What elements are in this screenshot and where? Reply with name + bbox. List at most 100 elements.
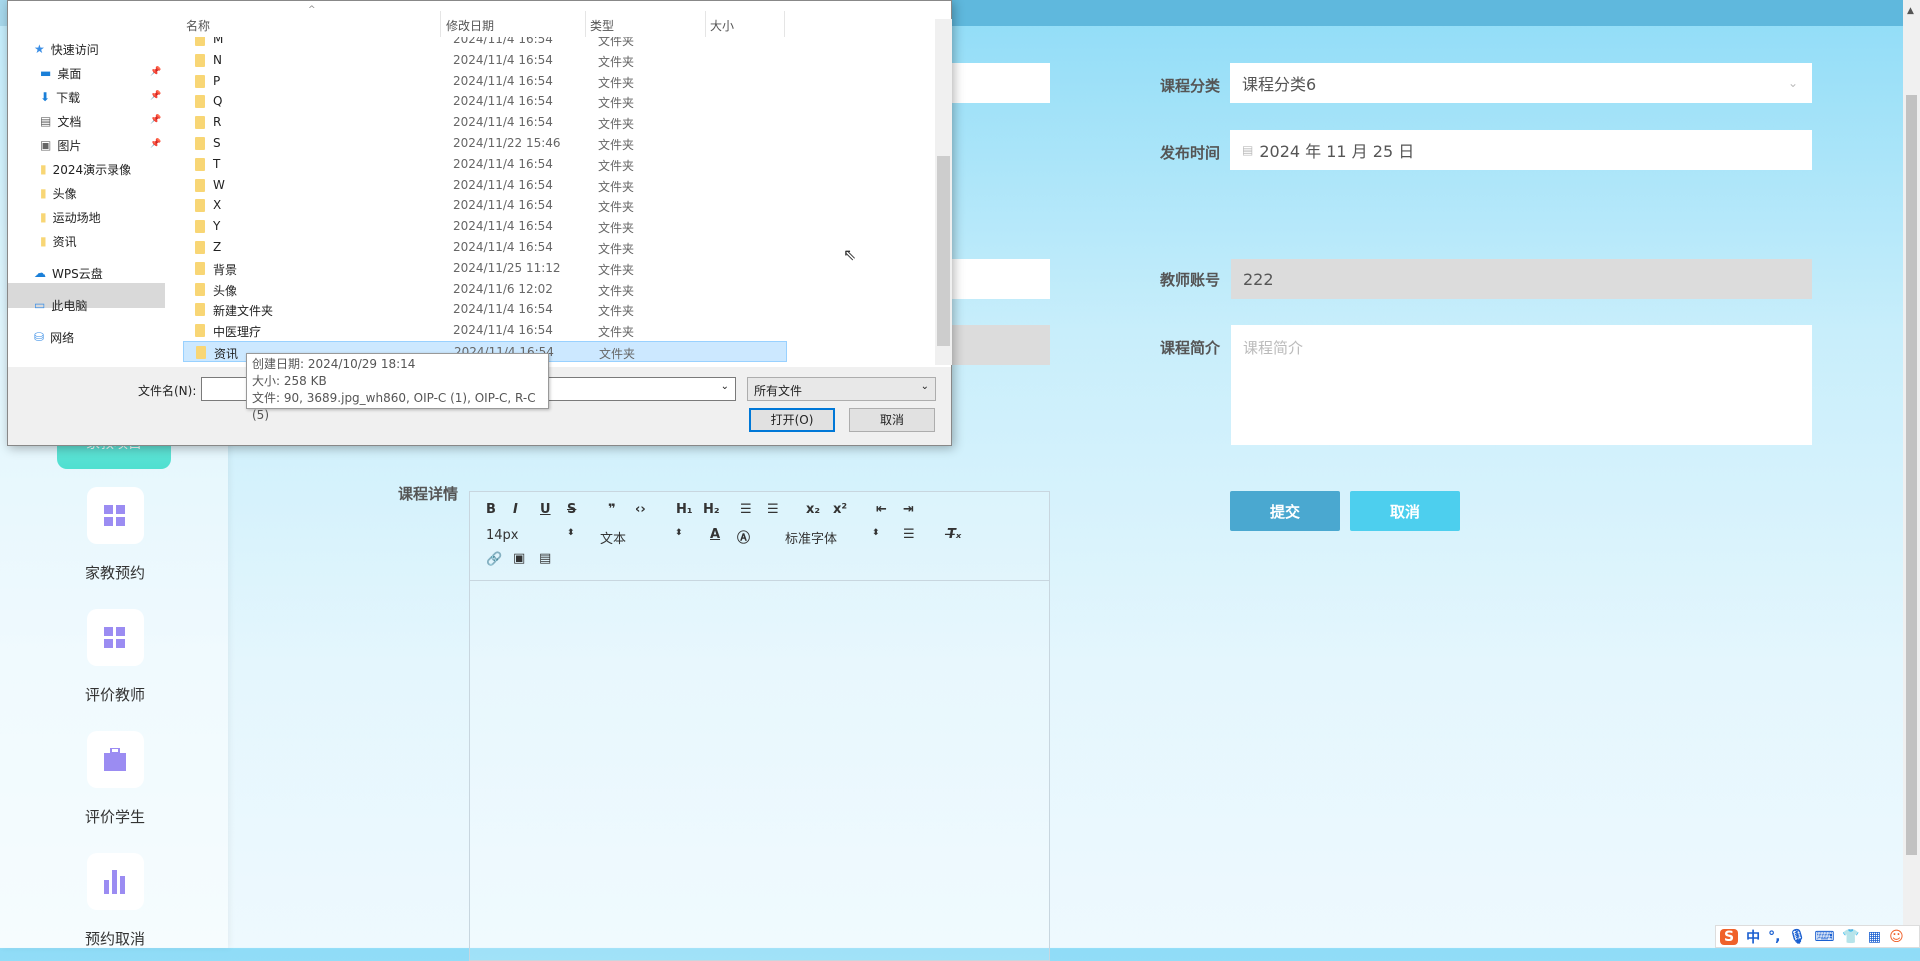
- sidebar-item-booking[interactable]: 家教预约: [60, 487, 170, 583]
- folder-icon: [195, 53, 205, 67]
- microphone-icon[interactable]: 🎙: [1788, 929, 1806, 945]
- dialog-cancel-button[interactable]: 取消: [849, 408, 935, 432]
- file-name: 新建文件夹: [213, 304, 274, 319]
- calendar-icon: ▤: [1242, 143, 1254, 157]
- ime-mode[interactable]: 中: [1746, 927, 1760, 947]
- tooltip-created: 创建日期: 2024/10/29 18:14: [252, 357, 416, 371]
- dialog-scrollbar[interactable]: [935, 19, 952, 365]
- rich-text-editor[interactable]: B I U S ❞ ‹› H₁ H₂ ☰ ☰ x₂ x² ⇤ ⇥ 14px ⬍ 文本 ⬍ A Ⓐ 标准字体…: [469, 491, 1050, 961]
- bullet-list-icon[interactable]: ☰: [767, 502, 779, 517]
- file-date: 2024/11/4 16:54: [453, 156, 553, 171]
- subscript-icon[interactable]: x₂: [806, 502, 820, 517]
- scrollbar-thumb[interactable]: [1906, 95, 1917, 855]
- tooltip-files: 文件: 90, 3689.jpg_wh860, OIP-C (1), OIP-C…: [252, 391, 536, 422]
- file-row[interactable]: N 2024/11/4 16:54 文件夹: [183, 50, 787, 71]
- file-row[interactable]: 中医理疗 2024/11/4 16:54 文件夹: [183, 320, 787, 341]
- file-row[interactable]: 头像 2024/11/6 12:02 文件夹: [183, 279, 787, 300]
- column-name[interactable]: 名称: [186, 17, 210, 34]
- chevron-down-icon: ⌄: [1787, 76, 1798, 90]
- column-size[interactable]: 大小: [710, 17, 734, 34]
- file-row[interactable]: M 2024/11/4 16:54 文件夹: [183, 37, 787, 50]
- scroll-up-icon[interactable]: ▲: [1907, 6, 1914, 16]
- folder-icon: [195, 178, 205, 192]
- file-type-select[interactable]: 所有文件 ⌄: [747, 377, 936, 401]
- h2-icon[interactable]: H₂: [703, 502, 720, 517]
- file-row[interactable]: Y 2024/11/4 16:54 文件夹: [183, 216, 787, 237]
- column-type[interactable]: 类型: [590, 17, 614, 34]
- publish-time-input[interactable]: ▤ 2024 年 11 月 25 日: [1230, 130, 1812, 170]
- file-open-dialog: ★ 快速访问 ▬ 桌面 📌 ⬇ 下载 📌 ▤ 文档 📌 ▣ 图片 📌 ▮ 2024演示录像 ▮ 头像 ▮ 运动场地 ▮ 资…: [7, 0, 952, 446]
- toolbox-icon[interactable]: ▦: [1868, 929, 1881, 945]
- chevron-down-icon[interactable]: ⌄: [721, 381, 729, 392]
- keyboard-icon[interactable]: ⌨: [1814, 929, 1834, 945]
- file-name: R: [213, 115, 222, 130]
- open-button[interactable]: 打开(O): [749, 408, 835, 432]
- sidebar-item-rate-student[interactable]: 评价学生: [60, 731, 170, 827]
- file-row[interactable]: 新建文件夹 2024/11/4 16:54 文件夹: [183, 299, 787, 320]
- italic-icon[interactable]: I: [513, 502, 518, 517]
- file-row[interactable]: S 2024/11/22 15:46 文件夹: [183, 133, 787, 154]
- file-row[interactable]: Q 2024/11/4 16:54 文件夹: [183, 91, 787, 112]
- file-type: 文件夹: [599, 347, 636, 361]
- file-date: 2024/11/4 16:54: [453, 37, 553, 46]
- folder-icon: [195, 324, 205, 338]
- file-row[interactable]: 背景 2024/11/25 11:12 文件夹: [183, 258, 787, 279]
- font-color-icon[interactable]: A: [710, 527, 720, 542]
- blockquote-icon[interactable]: ❞: [608, 502, 616, 517]
- outdent-icon[interactable]: ⇤: [876, 502, 887, 517]
- file-row[interactable]: P 2024/11/4 16:54 文件夹: [183, 71, 787, 92]
- file-row[interactable]: T 2024/11/4 16:54 文件夹: [183, 154, 787, 175]
- avatar-icon[interactable]: ☺: [1889, 929, 1904, 945]
- file-date: 2024/11/4 16:54: [453, 323, 553, 338]
- file-name: T: [213, 156, 221, 171]
- align-icon[interactable]: ☰: [903, 527, 915, 542]
- file-name: N: [213, 52, 222, 67]
- folder-icon: [195, 282, 205, 296]
- image-icon[interactable]: ▣: [513, 551, 525, 566]
- superscript-icon[interactable]: x²: [833, 502, 847, 517]
- strike-icon[interactable]: S: [567, 502, 576, 517]
- font-size-select[interactable]: 14px: [486, 528, 519, 543]
- file-name: Q: [213, 94, 223, 109]
- file-row[interactable]: X 2024/11/4 16:54 文件夹: [183, 195, 787, 216]
- file-row[interactable]: R 2024/11/4 16:54 文件夹: [183, 112, 787, 133]
- file-type: 文件夹: [598, 200, 635, 215]
- ime-punct[interactable]: °,: [1768, 929, 1780, 945]
- file-type: 文件夹: [598, 304, 635, 319]
- code-icon[interactable]: ‹›: [635, 502, 646, 517]
- sidebar-item-cancel-booking[interactable]: 预约取消: [60, 853, 170, 949]
- bold-icon[interactable]: B: [486, 502, 496, 517]
- link-icon[interactable]: 🔗: [486, 552, 502, 567]
- indent-icon[interactable]: ⇥: [903, 502, 914, 517]
- background-color-icon[interactable]: Ⓐ: [737, 527, 750, 546]
- file-type: 文件夹: [598, 96, 635, 111]
- file-name: S: [213, 136, 221, 150]
- sogou-logo-icon[interactable]: S: [1720, 928, 1739, 945]
- intro-textarea[interactable]: 课程简介: [1231, 325, 1812, 445]
- h1-icon[interactable]: H₁: [676, 502, 693, 517]
- file-type: 文件夹: [598, 158, 635, 173]
- font-family-select[interactable]: 标准字体: [785, 528, 837, 547]
- video-icon[interactable]: ▤: [539, 551, 551, 566]
- underline-icon[interactable]: U: [540, 502, 551, 517]
- submit-button[interactable]: 提交: [1230, 491, 1340, 531]
- mouse-cursor-icon: ⇖: [843, 245, 857, 264]
- file-row[interactable]: Z 2024/11/4 16:54 文件夹: [183, 237, 787, 258]
- ordered-list-icon[interactable]: ☰: [740, 502, 752, 517]
- skin-icon[interactable]: 👕: [1842, 929, 1859, 945]
- category-select[interactable]: 课程分类6 ⌄: [1230, 63, 1812, 103]
- toolbar-divider: [470, 580, 1049, 581]
- file-row[interactable]: W 2024/11/4 16:54 文件夹: [183, 175, 787, 196]
- scrollbar-thumb[interactable]: [937, 156, 950, 346]
- column-date[interactable]: 修改日期: [446, 17, 494, 34]
- file-type-value: 所有文件: [754, 384, 803, 398]
- folder-icon: [195, 157, 205, 171]
- folder-icon: [196, 346, 206, 359]
- ime-toolbar[interactable]: S 中 °, 🎙 ⌨ 👕 ▦ ☺: [1715, 925, 1920, 948]
- page-scrollbar[interactable]: ▲: [1903, 0, 1920, 948]
- clear-format-icon[interactable]: T̶ₓ: [947, 527, 961, 542]
- bar-chart-icon: [86, 853, 144, 910]
- sidebar-item-rate-teacher[interactable]: 评价教师: [60, 609, 170, 705]
- block-format-select[interactable]: 文本: [600, 528, 626, 547]
- cancel-button[interactable]: 取消: [1350, 491, 1460, 531]
